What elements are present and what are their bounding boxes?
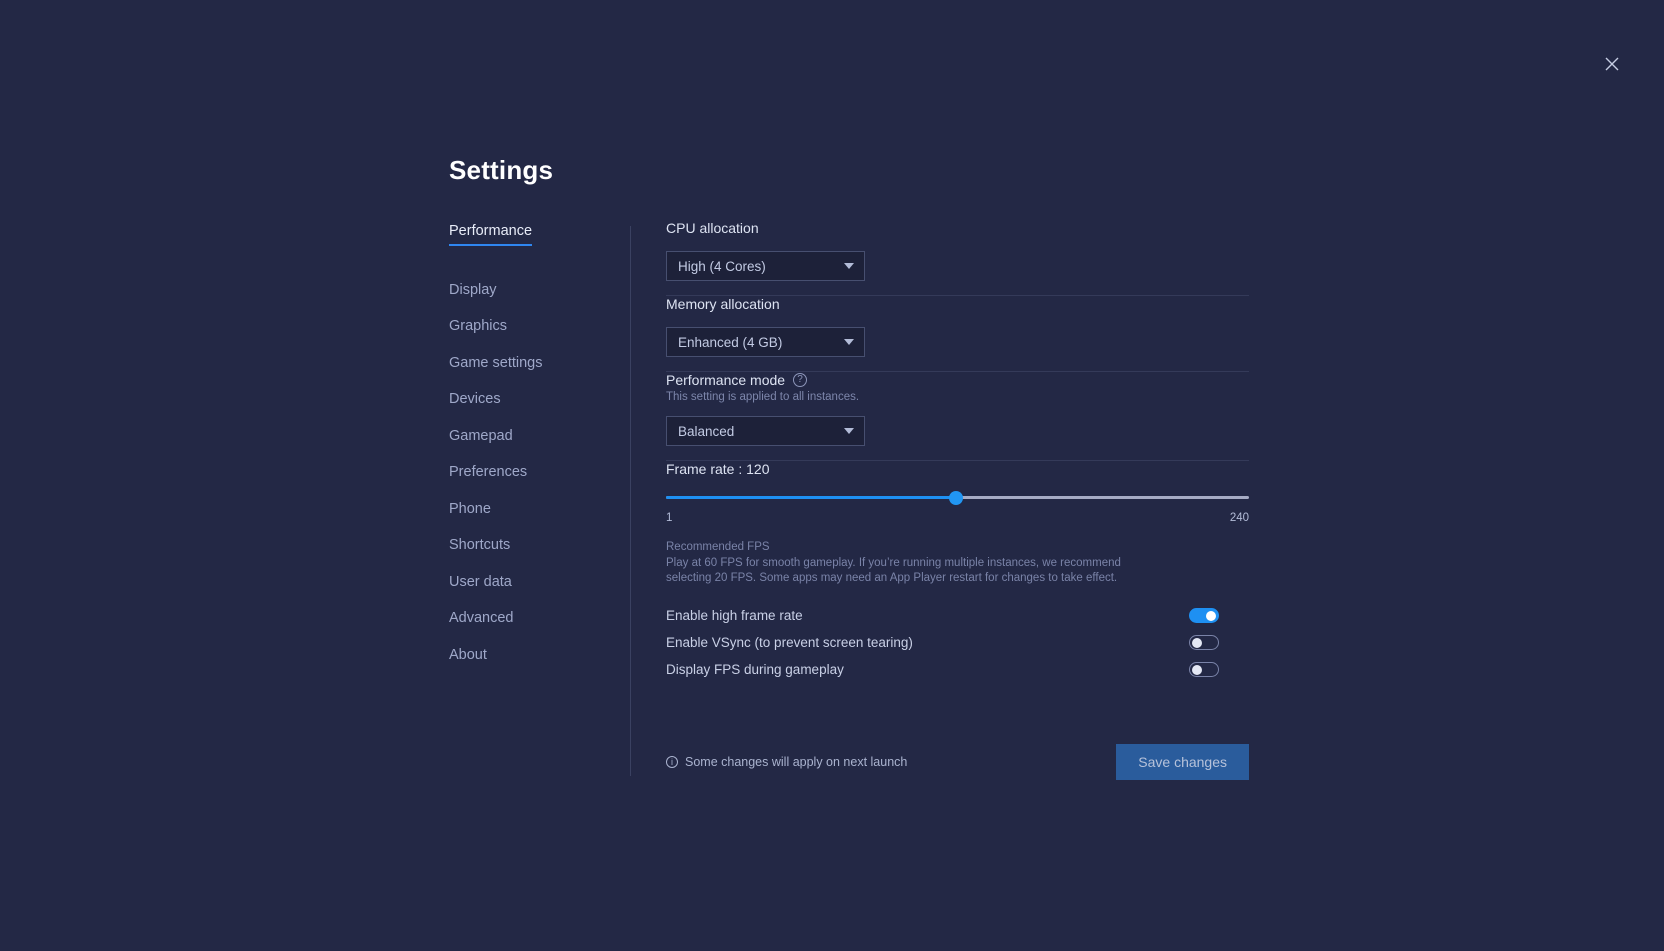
memory-allocation-label: Memory allocation	[666, 296, 1249, 312]
sidebar-item-performance[interactable]: Performance	[449, 222, 532, 246]
help-icon[interactable]: ?	[793, 373, 807, 387]
performance-mode-label-row: Performance mode ?	[666, 372, 1249, 388]
slider-min-label: 1	[666, 512, 672, 524]
performance-mode-note: This setting is applied to all instances…	[666, 391, 1249, 403]
cpu-allocation-section: CPU allocation High (4 Cores)	[666, 220, 1249, 295]
sidebar-item-about[interactable]: About	[449, 646, 487, 666]
sidebar-row: Performance	[449, 222, 630, 263]
cpu-allocation-label: CPU allocation	[666, 220, 1249, 236]
toggle-vsync[interactable]	[1189, 635, 1219, 650]
toggle-label: Enable VSync (to prevent screen tearing)	[666, 635, 913, 650]
sidebar-row: Display	[449, 281, 630, 318]
chevron-down-icon	[844, 263, 854, 269]
sidebar-item-advanced[interactable]: Advanced	[449, 609, 514, 629]
memory-allocation-value: Enhanced (4 GB)	[678, 335, 782, 350]
cpu-allocation-value: High (4 Cores)	[678, 259, 766, 274]
sidebar-row: Shortcuts	[449, 536, 630, 573]
page-title: Settings	[449, 155, 1249, 186]
sidebar-row: Graphics	[449, 317, 630, 354]
info-icon: i	[666, 756, 678, 768]
slider-range-labels: 1 240	[666, 512, 1249, 524]
slider-thumb[interactable]	[949, 491, 963, 505]
toggle-row-high-frame-rate: Enable high frame rate	[666, 602, 1249, 629]
recommended-fps-title: Recommended FPS	[666, 541, 1249, 553]
sidebar-item-shortcuts[interactable]: Shortcuts	[449, 536, 510, 556]
cpu-allocation-select[interactable]: High (4 Cores)	[666, 251, 865, 281]
sidebar-row: Game settings	[449, 354, 630, 391]
toggle-knob	[1192, 638, 1202, 648]
toggle-label: Enable high frame rate	[666, 608, 803, 623]
toggle-high-frame-rate[interactable]	[1189, 608, 1219, 623]
chevron-down-icon	[844, 339, 854, 345]
sidebar-row: About	[449, 646, 630, 683]
performance-mode-label: Performance mode	[666, 372, 785, 388]
toggle-list: Enable high frame rate Enable VSync (to …	[666, 602, 1249, 683]
memory-allocation-section: Memory allocation Enhanced (4 GB)	[666, 296, 1249, 371]
toggle-row-vsync: Enable VSync (to prevent screen tearing)	[666, 629, 1249, 656]
settings-sidebar: Performance Display Graphics Game settin…	[449, 220, 630, 682]
next-launch-note: i Some changes will apply on next launch	[666, 755, 907, 769]
memory-allocation-select[interactable]: Enhanced (4 GB)	[666, 327, 865, 357]
frame-rate-label: Frame rate : 120	[666, 461, 1249, 477]
slider-track-fill	[666, 496, 956, 499]
save-changes-button[interactable]: Save changes	[1116, 744, 1249, 780]
toggle-display-fps[interactable]	[1189, 662, 1219, 677]
frame-rate-section: Frame rate : 120 1 240 Recommended FPS P…	[666, 461, 1249, 697]
sidebar-item-phone[interactable]: Phone	[449, 500, 491, 520]
performance-mode-value: Balanced	[678, 424, 734, 439]
toggle-knob	[1192, 665, 1202, 675]
settings-dialog: Settings Performance Display Graphics Ga…	[449, 155, 1249, 780]
sidebar-item-graphics[interactable]: Graphics	[449, 317, 507, 337]
toggle-row-display-fps: Display FPS during gameplay	[666, 656, 1249, 683]
performance-mode-section: Performance mode ? This setting is appli…	[666, 372, 1249, 460]
sidebar-row: Phone	[449, 500, 630, 537]
close-icon	[1604, 56, 1620, 72]
settings-content: CPU allocation High (4 Cores) Memory all…	[631, 220, 1249, 780]
slider-max-label: 240	[1230, 512, 1249, 524]
sidebar-item-user-data[interactable]: User data	[449, 573, 512, 593]
sidebar-item-devices[interactable]: Devices	[449, 390, 501, 410]
sidebar-item-display[interactable]: Display	[449, 281, 497, 301]
frame-rate-slider[interactable]	[666, 490, 1249, 506]
sidebar-item-preferences[interactable]: Preferences	[449, 463, 527, 483]
toggle-label: Display FPS during gameplay	[666, 662, 844, 677]
sidebar-row: Advanced	[449, 609, 630, 646]
sidebar-row: Preferences	[449, 463, 630, 500]
sidebar-row: Gamepad	[449, 427, 630, 464]
recommended-fps-text: Play at 60 FPS for smooth gameplay. If y…	[666, 556, 1166, 585]
sidebar-row: Devices	[449, 390, 630, 427]
sidebar-item-game-settings[interactable]: Game settings	[449, 354, 543, 374]
chevron-down-icon	[844, 428, 854, 434]
settings-body: Performance Display Graphics Game settin…	[449, 220, 1249, 780]
performance-mode-select[interactable]: Balanced	[666, 416, 865, 446]
dialog-footer: i Some changes will apply on next launch…	[666, 744, 1249, 780]
sidebar-row: User data	[449, 573, 630, 610]
next-launch-note-text: Some changes will apply on next launch	[685, 755, 907, 769]
close-button[interactable]	[1598, 50, 1626, 78]
sidebar-item-gamepad[interactable]: Gamepad	[449, 427, 513, 447]
toggle-knob	[1206, 611, 1216, 621]
